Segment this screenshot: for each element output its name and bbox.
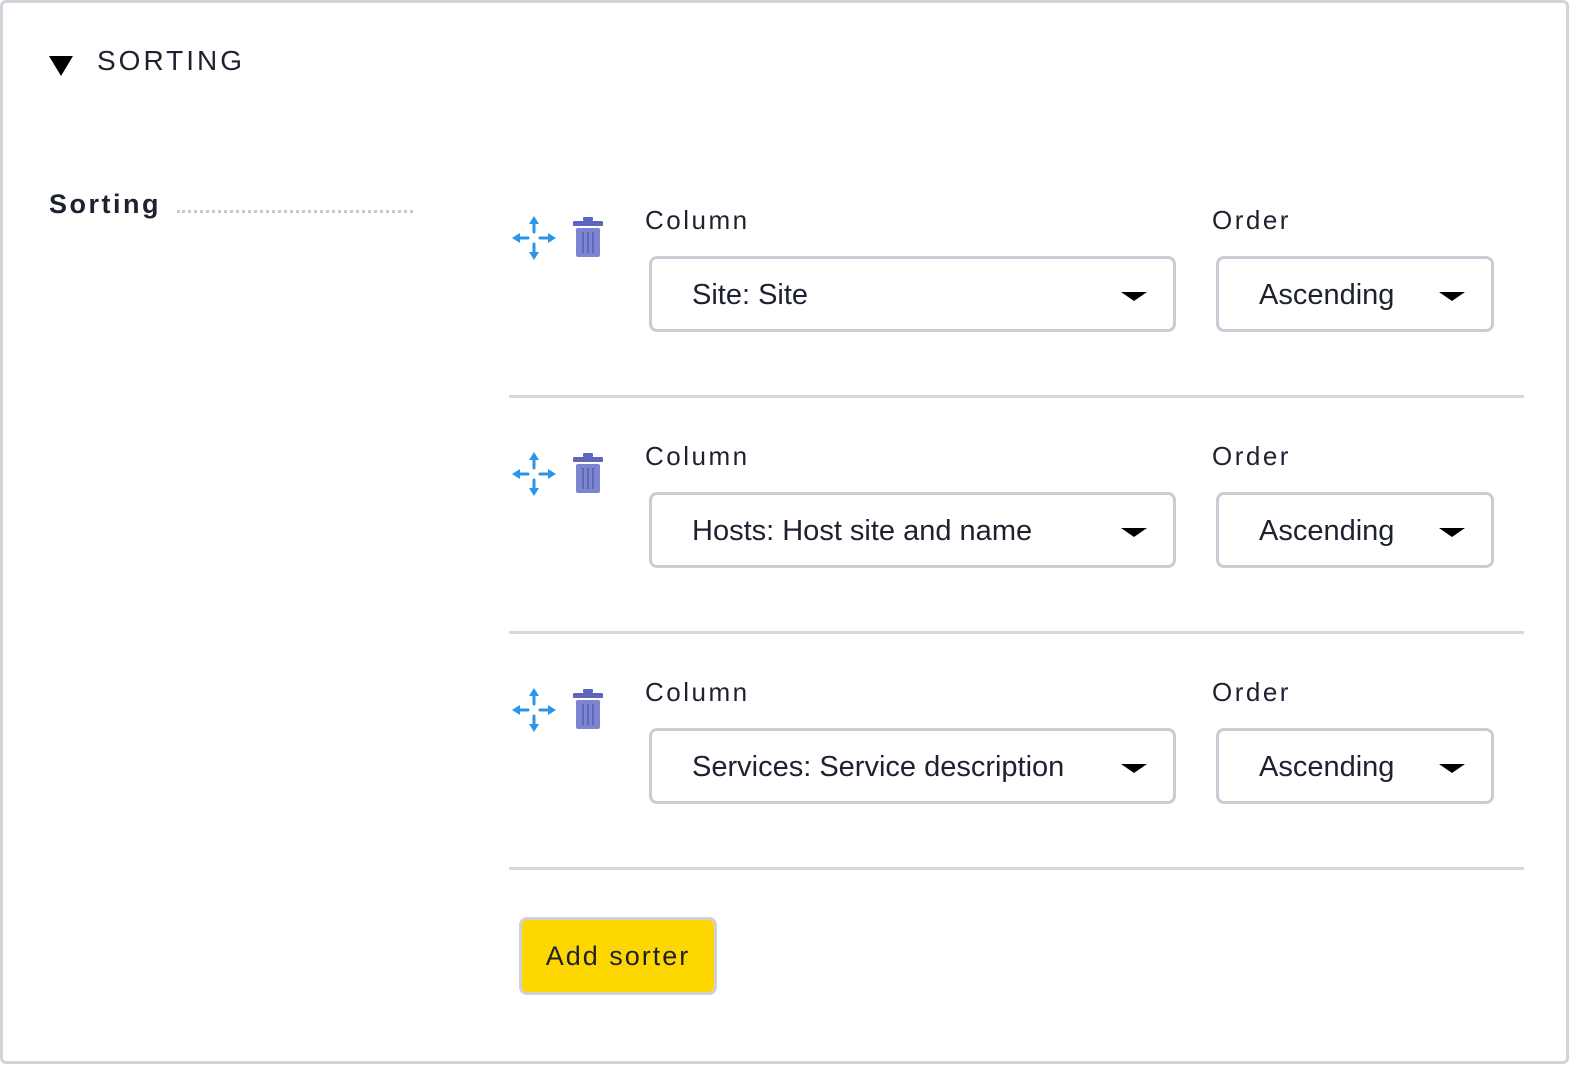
- chevron-down-icon: [1121, 528, 1147, 537]
- trash-icon[interactable]: [573, 689, 603, 729]
- order-select-value: Ascending: [1259, 279, 1395, 311]
- column-label: Column: [645, 441, 750, 471]
- sorting-panel: SORTING Sorting Column Order Site: Site …: [0, 0, 1569, 1064]
- column-select-value: Services: Service description: [692, 751, 1065, 783]
- sorter-row: Column Order Hosts: Host site and name A…: [509, 395, 1524, 634]
- order-label: Order: [1212, 205, 1291, 235]
- order-select[interactable]: Ascending: [1216, 492, 1494, 568]
- order-label: Order: [1212, 441, 1291, 471]
- section-toggle[interactable]: SORTING: [49, 45, 245, 77]
- sorter-row: Column Order Site: Site Ascending: [509, 159, 1524, 398]
- column-select[interactable]: Hosts: Host site and name: [649, 492, 1176, 568]
- trash-icon[interactable]: [573, 217, 603, 257]
- order-select-value: Ascending: [1259, 515, 1395, 547]
- chevron-down-icon: [1439, 764, 1465, 773]
- section-title: SORTING: [97, 45, 246, 76]
- chevron-down-icon: [1121, 292, 1147, 301]
- triangle-down-icon[interactable]: [49, 56, 73, 76]
- order-select[interactable]: Ascending: [1216, 256, 1494, 332]
- field-label-row: Sorting: [49, 189, 413, 220]
- chevron-down-icon: [1439, 528, 1465, 537]
- chevron-down-icon: [1439, 292, 1465, 301]
- trash-icon[interactable]: [573, 453, 603, 493]
- dotted-leader: [177, 210, 413, 213]
- field-label: Sorting: [49, 189, 161, 219]
- move-icon[interactable]: [511, 215, 557, 261]
- order-label: Order: [1212, 677, 1291, 707]
- column-select[interactable]: Site: Site: [649, 256, 1176, 332]
- column-label: Column: [645, 677, 750, 707]
- sorter-row: Column Order Services: Service descripti…: [509, 631, 1524, 870]
- column-select-value: Hosts: Host site and name: [692, 515, 1033, 547]
- chevron-down-icon: [1121, 764, 1147, 773]
- add-sorter-button[interactable]: Add sorter: [519, 917, 717, 995]
- move-icon[interactable]: [511, 451, 557, 497]
- column-select[interactable]: Services: Service description: [649, 728, 1176, 804]
- column-select-value: Site: Site: [692, 279, 809, 311]
- order-select[interactable]: Ascending: [1216, 728, 1494, 804]
- column-label: Column: [645, 205, 750, 235]
- order-select-value: Ascending: [1259, 751, 1395, 783]
- move-icon[interactable]: [511, 687, 557, 733]
